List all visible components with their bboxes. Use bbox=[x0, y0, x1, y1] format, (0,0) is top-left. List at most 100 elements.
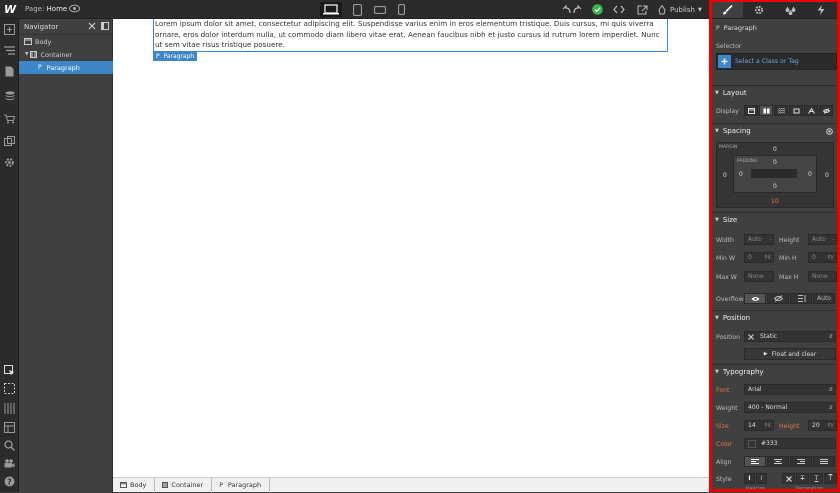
add-class-icon[interactable] bbox=[718, 55, 731, 68]
display-inline-button[interactable] bbox=[804, 105, 818, 116]
align-left-button[interactable] bbox=[744, 456, 766, 467]
strikethrough-button[interactable]: T bbox=[796, 473, 809, 484]
overline-button[interactable]: T bbox=[824, 473, 837, 484]
style-manager-icon[interactable] bbox=[2, 420, 17, 435]
padding-bottom-value[interactable]: 0 bbox=[773, 183, 777, 190]
min-height-input[interactable]: 0 PX bbox=[808, 252, 837, 263]
close-navigator-icon[interactable] bbox=[88, 22, 96, 30]
margin-bottom-value[interactable]: 10 bbox=[771, 198, 779, 205]
help-icon[interactable]: ? bbox=[2, 474, 17, 489]
overflow-scroll-button[interactable] bbox=[790, 293, 812, 304]
min-width-unit[interactable]: PX bbox=[765, 255, 771, 261]
margin-left-value[interactable]: 0 bbox=[723, 172, 727, 179]
caret-down-icon[interactable]: ▼ bbox=[25, 52, 28, 57]
breadcrumb-container[interactable]: Container bbox=[155, 477, 213, 493]
breadcrumb-label: Paragraph bbox=[227, 481, 262, 489]
design-canvas[interactable]: Lorem ipsum dolor sit amet, consectetur … bbox=[113, 19, 709, 477]
align-center-button[interactable] bbox=[767, 456, 789, 467]
tab-settings[interactable] bbox=[743, 2, 774, 18]
max-width-input[interactable]: None - bbox=[744, 271, 774, 282]
weight-select[interactable]: 400 - Normal ⇵ bbox=[744, 402, 836, 413]
padding-top-value[interactable]: 0 bbox=[773, 159, 777, 166]
nav-item-body[interactable]: Body bbox=[19, 35, 113, 48]
search-icon[interactable] bbox=[2, 438, 17, 453]
x-ray-tool-icon[interactable] bbox=[2, 381, 17, 396]
padding-right-value[interactable]: 0 bbox=[808, 171, 812, 178]
position-select[interactable]: Static ⇵ bbox=[744, 331, 836, 342]
breadcrumb-body[interactable]: Body bbox=[113, 477, 156, 493]
font-size-input[interactable]: 14 PX bbox=[744, 420, 774, 431]
height-input[interactable]: Auto - bbox=[808, 234, 837, 245]
selected-paragraph[interactable]: Lorem ipsum dolor sit amet, consectetur … bbox=[153, 19, 668, 52]
grid-guides-icon[interactable] bbox=[2, 401, 17, 416]
color-input[interactable]: #333 bbox=[744, 438, 836, 449]
margin-top-value[interactable]: 0 bbox=[773, 146, 777, 153]
video-tutorials-icon[interactable] bbox=[2, 456, 17, 471]
display-block-button[interactable] bbox=[744, 105, 758, 116]
nav-item-container[interactable]: ▼ Container bbox=[19, 48, 113, 61]
display-flex-button[interactable] bbox=[759, 105, 773, 116]
font-label: Font bbox=[716, 387, 730, 394]
typography-section-header[interactable]: ▼ Typography bbox=[712, 364, 837, 379]
publish-button[interactable]: Publish ▼ bbox=[657, 3, 702, 16]
display-grid-button[interactable] bbox=[774, 105, 788, 116]
layout-section-header[interactable]: ▼ Layout bbox=[712, 85, 837, 100]
line-height-input[interactable]: 20 PX bbox=[808, 420, 837, 431]
italic-i-icon: I bbox=[760, 475, 763, 482]
decoration-none-button[interactable] bbox=[782, 473, 795, 484]
display-none-button[interactable] bbox=[819, 105, 833, 116]
overline-icon: T bbox=[828, 475, 833, 482]
display-inline-block-button[interactable] bbox=[789, 105, 803, 116]
tab-style-manager[interactable] bbox=[775, 2, 806, 18]
dock-panel-icon[interactable] bbox=[101, 22, 109, 30]
line-height-unit[interactable]: PX bbox=[828, 423, 834, 429]
assets-icon[interactable] bbox=[2, 133, 17, 148]
max-height-input[interactable]: None - bbox=[808, 271, 837, 282]
padding-left-value[interactable]: 0 bbox=[739, 171, 743, 178]
select-tool-icon[interactable] bbox=[2, 363, 17, 378]
mobile-landscape-view-icon[interactable] bbox=[369, 2, 391, 17]
cms-icon[interactable] bbox=[2, 89, 17, 104]
code-export-icon[interactable] bbox=[612, 3, 626, 16]
breadcrumb-paragraph[interactable]: P Paragraph bbox=[212, 477, 271, 493]
tab-style[interactable] bbox=[712, 2, 744, 18]
settings-gear-icon[interactable] bbox=[2, 155, 17, 170]
align-justify-button[interactable] bbox=[813, 456, 835, 467]
regular-style-button[interactable]: I bbox=[744, 473, 755, 484]
spacing-options-icon[interactable] bbox=[826, 127, 833, 135]
add-elements-icon[interactable] bbox=[2, 22, 17, 37]
margin-right-value[interactable]: 0 bbox=[825, 172, 829, 179]
preview-eye-icon[interactable] bbox=[69, 4, 80, 13]
tablet-view-icon[interactable] bbox=[346, 2, 368, 17]
float-clear-toggle[interactable]: ▶ Float and clear bbox=[744, 348, 836, 360]
align-right-button[interactable] bbox=[790, 456, 812, 467]
share-icon[interactable] bbox=[635, 3, 649, 16]
selector-field[interactable]: Select a Class or Tag bbox=[716, 53, 837, 70]
desktop-view-icon[interactable] bbox=[320, 2, 342, 17]
navigator-icon[interactable] bbox=[2, 43, 17, 58]
size-section-header[interactable]: ▼ Size bbox=[712, 212, 837, 227]
overflow-auto-button[interactable]: Auto bbox=[813, 293, 835, 304]
width-input[interactable]: Auto - bbox=[744, 234, 774, 245]
pages-icon[interactable] bbox=[2, 64, 17, 79]
overflow-hidden-button[interactable] bbox=[767, 293, 789, 304]
color-swatch[interactable] bbox=[748, 439, 756, 448]
position-section-header[interactable]: ▼ Position bbox=[712, 310, 837, 325]
min-height-unit[interactable]: PX bbox=[828, 255, 834, 261]
nav-item-paragraph[interactable]: P Paragraph bbox=[19, 61, 113, 74]
align-label: Align bbox=[716, 459, 732, 466]
spacing-section-header[interactable]: ▼ Spacing bbox=[712, 123, 837, 138]
overflow-visible-button[interactable] bbox=[744, 293, 766, 304]
font-select[interactable]: Arial ⇵ bbox=[744, 384, 836, 395]
webflow-logo-icon[interactable]: W bbox=[4, 3, 17, 16]
min-width-input[interactable]: 0 PX bbox=[744, 252, 774, 263]
tab-interactions[interactable] bbox=[806, 2, 837, 18]
underline-button[interactable]: T bbox=[810, 473, 823, 484]
font-size-unit[interactable]: PX bbox=[765, 423, 771, 429]
mobile-portrait-view-icon[interactable] bbox=[390, 2, 412, 17]
italic-style-button[interactable]: I bbox=[756, 473, 767, 484]
page-selector[interactable]: Page: Home bbox=[25, 5, 67, 13]
font-value: Arial bbox=[748, 386, 762, 393]
ecommerce-cart-icon[interactable] bbox=[2, 111, 17, 126]
undo-redo-icon[interactable] bbox=[560, 3, 584, 16]
